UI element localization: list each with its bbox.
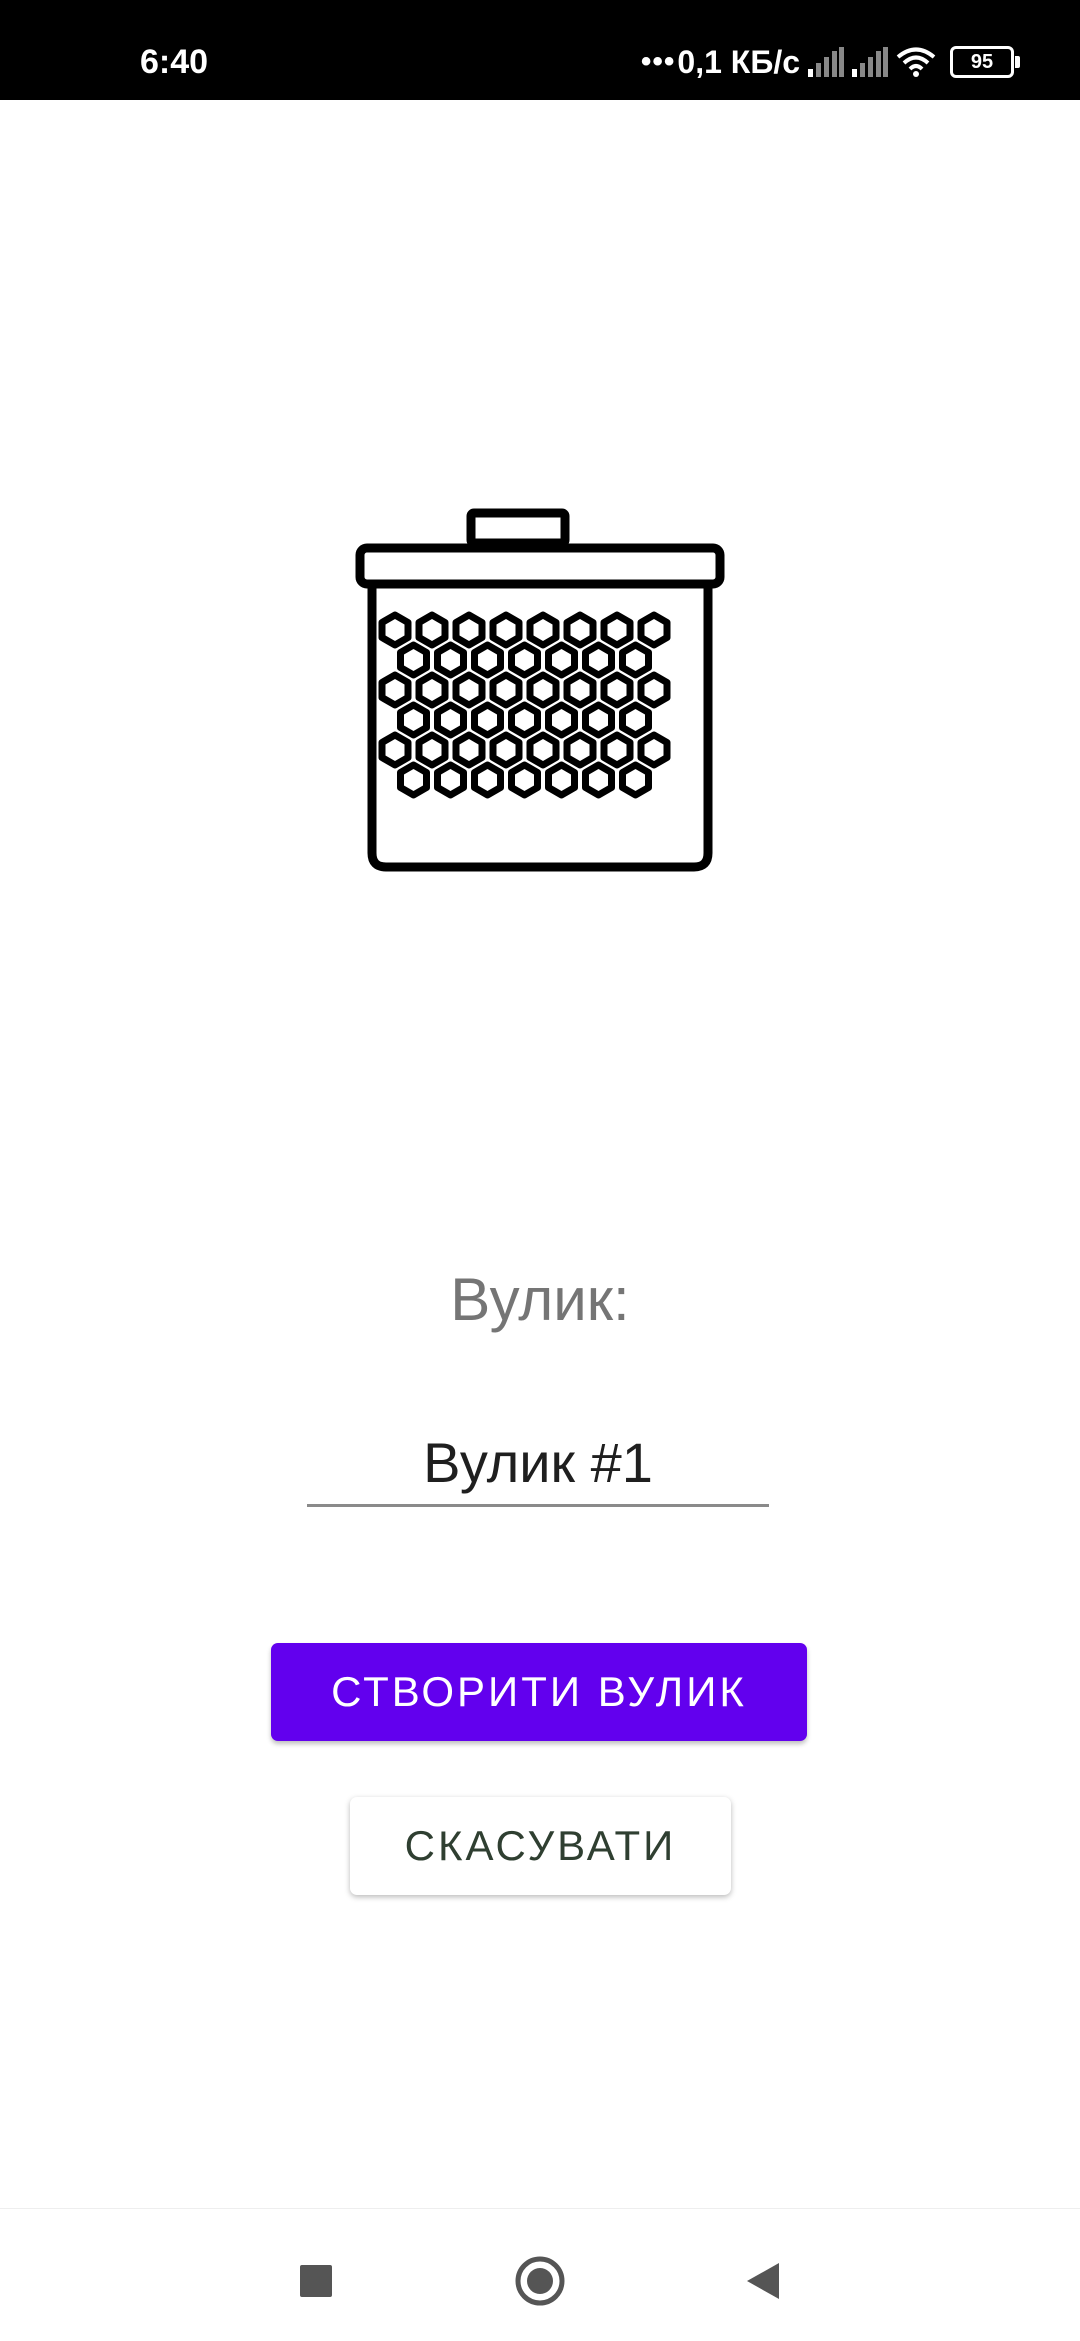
home-icon[interactable] [510,2251,570,2311]
honeycomb-cell [397,701,430,739]
honeycomb-cell [452,611,486,649]
honeycomb-cell [545,701,578,739]
honeycomb-cell [508,701,541,739]
create-hive-button[interactable]: СТВОРИТИ ВУЛИК [271,1643,807,1741]
honeycomb-cell [489,671,523,709]
hive-name-field[interactable] [307,1420,769,1507]
honeycomb-cell [489,731,523,769]
signal-icon [808,47,844,77]
signal-icon-2 [852,47,888,77]
honeycomb-cell [378,731,412,769]
network-speed: 0,1 КБ/с [677,43,800,80]
honeycomb-cell [582,701,615,739]
hive-label: Вулик: [450,1266,630,1333]
honeycomb-cell [600,731,634,769]
honeycomb-cell [378,611,412,649]
honeycomb-cell [563,611,597,649]
beehive-honeycomb-icon [355,505,725,875]
navigation-bar [0,2208,1080,2341]
honeycomb-cell [508,761,541,799]
honeycomb-cell [637,671,671,709]
honeycomb-cell [545,761,578,799]
honeycomb-cell [619,641,652,679]
cancel-button[interactable]: СКАСУВАТИ [350,1797,731,1895]
honeycomb-cell [563,671,597,709]
honeycomb-cell [378,671,412,709]
honeycomb-cell [434,701,467,739]
honeycomb-cell [471,641,504,679]
honeycomb-cell [637,731,671,769]
honeycomb-cell [600,611,634,649]
honeycomb-cell [545,641,578,679]
honeycomb-cell [600,671,634,709]
honeycomb-cell [526,731,560,769]
honeycomb-cell [526,611,560,649]
wifi-icon [896,46,936,78]
honeycomb-cell [415,611,449,649]
honeycomb-cell [563,731,597,769]
more-notifications-icon: ••• [640,45,676,78]
status-indicators: ••• 0,1 КБ/с 95 [640,40,1020,84]
honeycomb-cell [582,761,615,799]
honeycomb-cell [619,761,652,799]
status-bar: 6:40 ••• 0,1 КБ/с 95 [0,0,1080,100]
honeycomb-cell [397,641,430,679]
honeycomb-cell [397,761,430,799]
honeycomb-cell [637,611,671,649]
honeycomb-cell [489,611,523,649]
honeycomb-cell [415,731,449,769]
honeycomb-cell [471,761,504,799]
back-icon[interactable] [733,2251,793,2311]
recents-icon[interactable] [286,2251,346,2311]
honeycomb-cell [471,701,504,739]
honeycomb-cell [452,671,486,709]
honeycomb-cell [415,671,449,709]
honeycomb-cell [619,701,652,739]
honeycomb-cell [526,671,560,709]
honeycomb-cell [434,641,467,679]
status-time: 6:40 [140,43,209,81]
battery-icon: 95 [950,46,1020,78]
honeycomb-cell [434,761,467,799]
honeycomb-cell [508,641,541,679]
honeycomb-cell [452,731,486,769]
honeycomb-cell [582,641,615,679]
